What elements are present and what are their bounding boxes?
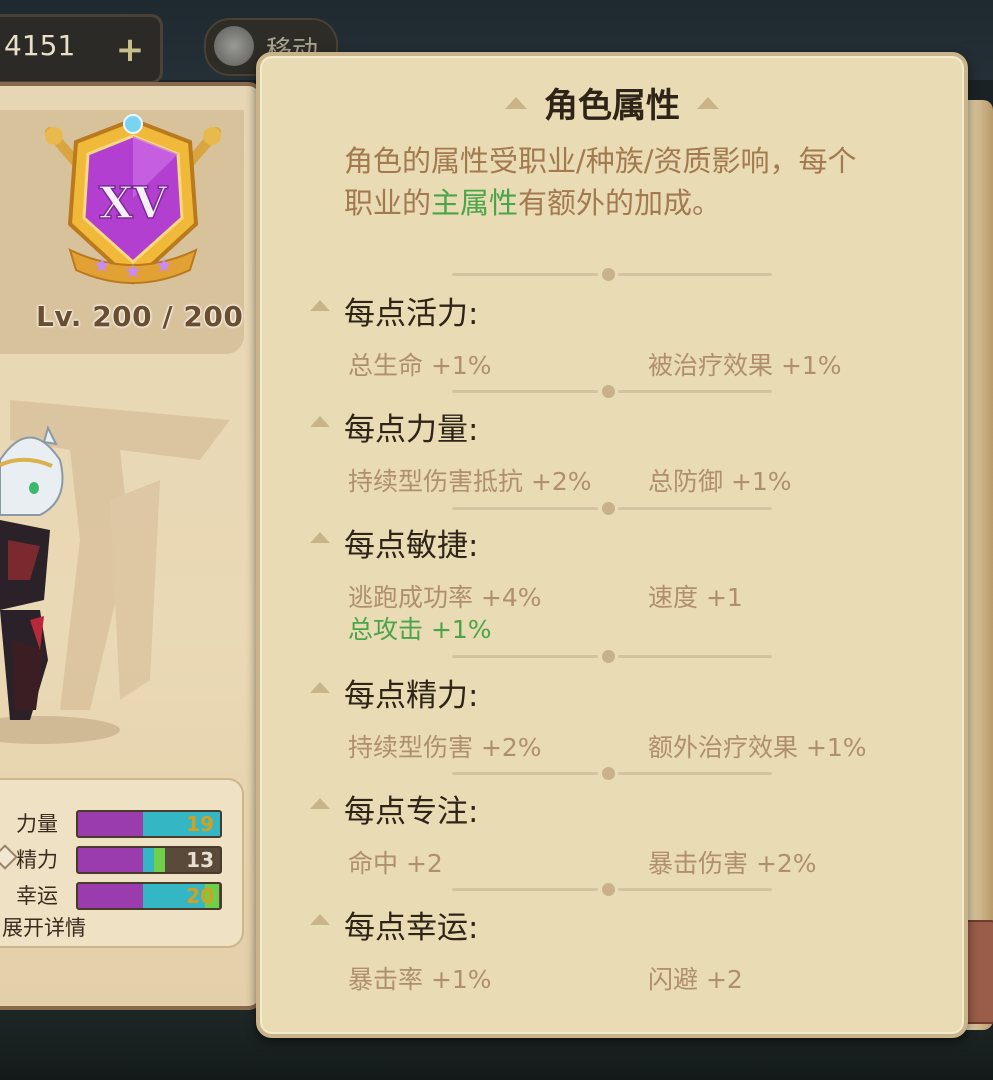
stat-bar: 13 [76, 846, 222, 874]
attribute-text: 闪避 +2 [648, 965, 743, 994]
intro-text-end: 有额外的加成。 [518, 186, 722, 220]
add-currency-button[interactable]: + [112, 33, 148, 67]
section-title: 每点敏捷: [344, 528, 479, 564]
section-title: 每点活力: [344, 296, 479, 332]
attribute-text: 被治疗效果 +1% [648, 351, 842, 380]
attribute-text: 速度 +1 [648, 583, 743, 612]
divider [452, 883, 772, 896]
stat-value: 20 [186, 884, 214, 908]
svg-text:★: ★ [155, 253, 173, 277]
svg-text:★: ★ [124, 259, 142, 283]
popup-intro: 角色的属性受职业/种族/资质影响，每个职业的主属性有额外的加成。 [344, 140, 884, 224]
triangle-icon [310, 532, 330, 543]
svg-text:★: ★ [93, 253, 111, 277]
stat-row-energy: 精力 13 [0, 844, 240, 874]
stat-bar: 20 [76, 882, 222, 910]
triangle-icon [310, 798, 330, 809]
stat-label: 力量 [16, 812, 58, 836]
divider [452, 767, 772, 780]
attribute-text: 命中 +2 [348, 849, 443, 878]
popup-title: 角色属性 [544, 86, 680, 126]
currency-box: 4151 + [0, 14, 163, 84]
attribute-text-main: 总攻击 +1% [348, 615, 492, 644]
attribute-text: 额外治疗效果 +1% [648, 733, 867, 762]
triangle-icon [310, 682, 330, 693]
triangle-icon [697, 96, 720, 109]
hero-level: Lv. 200 / 200 [36, 300, 244, 333]
hero-portrait-icon[interactable] [0, 420, 130, 750]
section-title: 每点力量: [344, 412, 479, 448]
triangle-icon [310, 416, 330, 427]
attribute-text: 暴击率 +1% [348, 965, 492, 994]
attribute-text: 持续型伤害抵抗 +2% [348, 467, 592, 496]
stat-row-strength: 力量 19 [0, 808, 240, 838]
attribute-text: 总生命 +1% [348, 351, 492, 380]
stat-value: 19 [186, 812, 214, 836]
stat-label: 幸运 [16, 884, 58, 908]
rank-numeral: XV [99, 178, 168, 229]
triangle-icon [504, 96, 527, 109]
divider [452, 268, 772, 281]
stat-label: 精力 [16, 848, 58, 872]
divider [452, 650, 772, 663]
divider [452, 385, 772, 398]
attribute-text: 逃跑成功率 +4% [348, 583, 542, 612]
attribute-info-popup: 角色属性 角色的属性受职业/种族/资质影响，每个职业的主属性有额外的加成。 每点… [256, 52, 968, 1038]
stat-row-luck: 幸运 20 [0, 880, 240, 910]
stat-bar: 19 [76, 810, 222, 838]
move-icon [214, 26, 254, 66]
attribute-text: 总防御 +1% [648, 467, 792, 496]
attribute-text: 持续型伤害 +2% [348, 733, 542, 762]
expand-details-link[interactable]: 展开详情 [2, 912, 86, 942]
triangle-icon [310, 914, 330, 925]
divider [452, 502, 772, 515]
currency-value: 4151 [4, 29, 76, 62]
attribute-text: 暴击伤害 +2% [648, 849, 817, 878]
stat-value: 13 [186, 848, 214, 872]
popup-title-row: 角色属性 [260, 78, 964, 126]
section-title: 每点精力: [344, 678, 479, 714]
intro-highlight: 主属性 [431, 186, 519, 220]
triangle-icon [310, 300, 330, 311]
rank-badge-icon: XV ★ ★ ★ [45, 114, 221, 285]
section-title: 每点专注: [344, 794, 479, 830]
section-title: 每点幸运: [344, 910, 479, 946]
